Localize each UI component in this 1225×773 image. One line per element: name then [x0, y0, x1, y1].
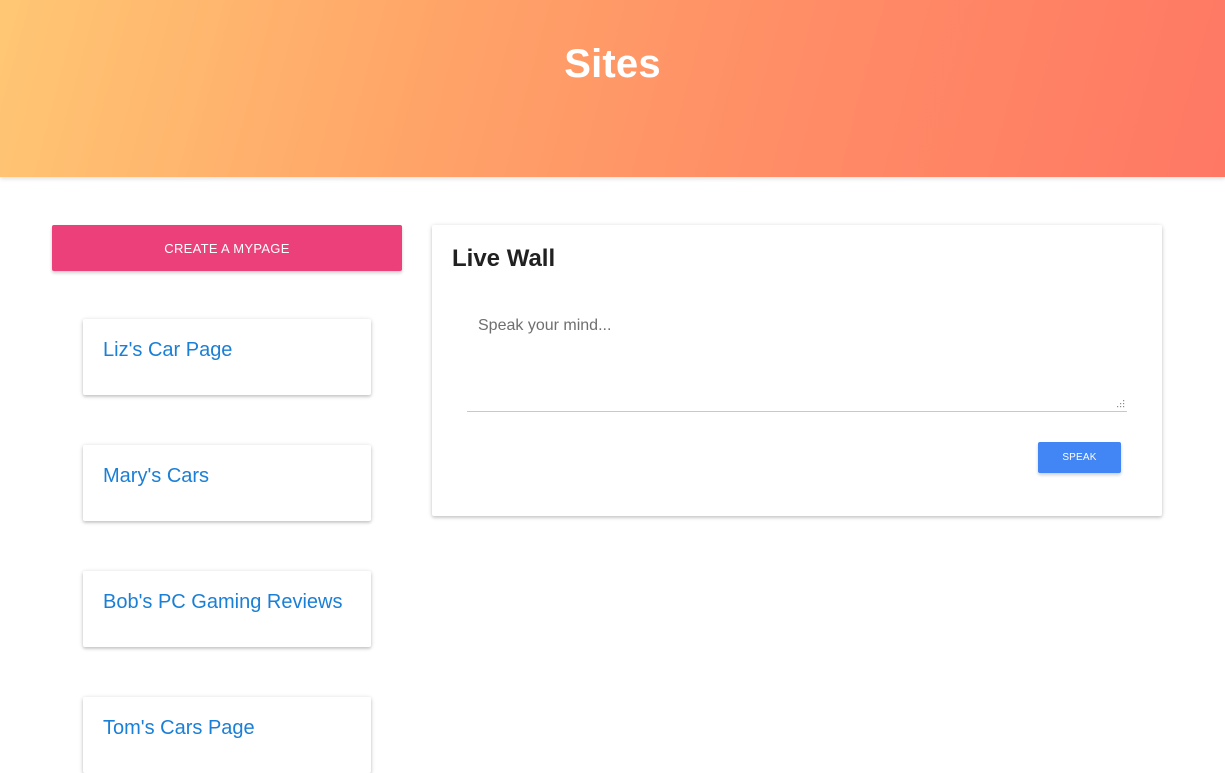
speak-input[interactable]	[467, 310, 1127, 412]
site-card-lizs-car-page[interactable]: Liz's Car Page	[83, 319, 371, 395]
site-card-marys-cars[interactable]: Mary's Cars	[83, 445, 371, 521]
page-header: Sites	[0, 0, 1225, 177]
site-link[interactable]: Mary's Cars	[103, 465, 209, 488]
page-title: Sites	[564, 42, 661, 86]
live-wall-card: Live Wall SPEAK	[432, 225, 1162, 516]
live-wall-title: Live Wall	[452, 245, 556, 272]
site-link[interactable]: Bob's PC Gaming Reviews	[103, 591, 342, 614]
speak-button[interactable]: SPEAK	[1038, 442, 1121, 473]
create-mypage-button[interactable]: CREATE A MYPAGE	[52, 225, 402, 271]
site-card-bobs-pc-gaming-reviews[interactable]: Bob's PC Gaming Reviews	[83, 571, 371, 647]
site-card-toms-cars-page[interactable]: Tom's Cars Page	[83, 697, 371, 773]
site-link[interactable]: Liz's Car Page	[103, 339, 232, 362]
site-link[interactable]: Tom's Cars Page	[103, 717, 255, 740]
resize-grip-icon[interactable]	[1116, 399, 1125, 408]
